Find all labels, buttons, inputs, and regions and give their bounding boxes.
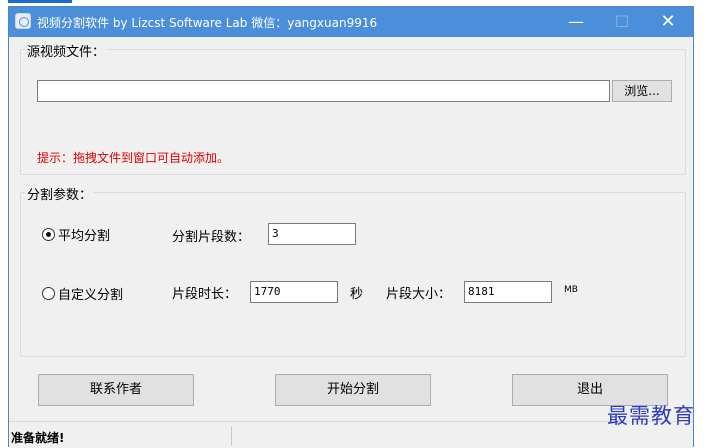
taskbar-accent: [8, 0, 72, 3]
minimize-button[interactable]: —: [553, 7, 599, 37]
drag-hint-text: 提示：拖拽文件到窗口可自动添加。: [37, 151, 230, 165]
seconds-unit-label: 秒: [350, 287, 364, 302]
exit-label: 退出: [576, 382, 603, 397]
radio-average-label: 平均分割: [58, 229, 111, 244]
app-window: 视频分割软件 by Lizcst Software Lab 微信：yangxua…: [8, 6, 694, 448]
radio-custom-dot[interactable]: [42, 287, 55, 300]
file-path-input[interactable]: [37, 80, 610, 102]
split-params-group: 分割参数： 平均分割 分割片段数： 3 自定义分割 片段时长： 1770 秒 片…: [20, 184, 686, 357]
browse-button-label: 浏览...: [624, 84, 660, 98]
radio-average-dot[interactable]: [42, 228, 55, 241]
segment-duration-label: 片段时长：: [172, 287, 238, 302]
start-split-label: 开始分割: [326, 382, 379, 397]
segment-count-input[interactable]: 3: [268, 223, 356, 245]
title-bar[interactable]: 视频分割软件 by Lizcst Software Lab 微信：yangxua…: [9, 7, 693, 37]
start-split-button[interactable]: 开始分割: [275, 374, 431, 406]
segment-size-input[interactable]: 8181: [464, 281, 552, 303]
maximize-button[interactable]: ☐: [599, 7, 645, 37]
browse-button[interactable]: 浏览...: [612, 80, 672, 102]
close-button[interactable]: ✕: [645, 7, 691, 37]
contact-author-button[interactable]: 联系作者: [38, 374, 194, 406]
source-file-legend: 源视频文件：: [25, 41, 108, 60]
status-separator: [231, 426, 232, 446]
status-text: 准备就绪!: [11, 431, 65, 445]
radio-average-split[interactable]: 平均分割: [42, 225, 110, 244]
segment-size-label: 片段大小：: [386, 287, 452, 302]
app-icon: [15, 13, 31, 29]
mb-unit-label: MB: [564, 285, 578, 295]
watermark-text: 最需教育: [607, 404, 695, 428]
segment-count-label: 分割片段数：: [172, 230, 251, 245]
segment-duration-input[interactable]: 1770: [250, 281, 338, 303]
status-bar: 准备就绪!: [9, 421, 693, 448]
radio-custom-label: 自定义分割: [58, 288, 124, 303]
radio-custom-split[interactable]: 自定义分割: [42, 284, 123, 303]
contact-author-label: 联系作者: [89, 382, 142, 397]
split-params-legend: 分割参数：: [25, 184, 95, 203]
window-title: 视频分割软件 by Lizcst Software Lab 微信：yangxua…: [37, 16, 378, 30]
source-file-group: 源视频文件： 浏览... 提示：拖拽文件到窗口可自动添加。: [20, 41, 686, 175]
